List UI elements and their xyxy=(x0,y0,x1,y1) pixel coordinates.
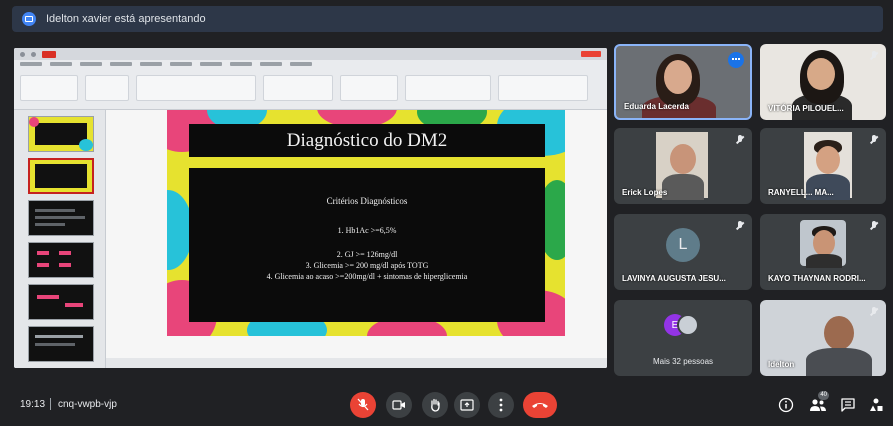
mic-off-icon xyxy=(736,221,744,232)
presenting-icon xyxy=(22,12,36,26)
slide-title: Diagnóstico do DM2 xyxy=(286,129,448,151)
hang-up-icon xyxy=(532,403,548,408)
presenting-text: Idelton xavier está apresentando xyxy=(46,13,206,25)
mic-off-icon xyxy=(870,51,878,62)
divider xyxy=(50,398,51,410)
meeting-code: cnq-vwpb-vjp xyxy=(58,399,117,410)
mic-off-icon xyxy=(870,307,878,318)
participant-name: RANYELL... MA... xyxy=(768,188,834,197)
criterion-1: 1. Hb1Ac >=6,5% xyxy=(337,226,397,235)
titlebar-dot xyxy=(31,51,36,57)
ribbon-group xyxy=(405,75,491,101)
meeting-info-button[interactable] xyxy=(776,395,796,415)
info-icon xyxy=(778,397,794,413)
participant-tile[interactable]: Idelton xyxy=(760,300,886,376)
speaking-indicator-icon xyxy=(728,52,744,68)
participant-tile[interactable]: Eduarda Lacerda xyxy=(614,44,752,120)
record-indicator-icon xyxy=(581,51,601,57)
participant-name: Erick Lopes xyxy=(622,188,668,197)
activities-icon xyxy=(870,398,883,411)
mic-off-icon xyxy=(736,135,744,146)
participant-tile[interactable]: RANYELL... MA... xyxy=(760,128,886,204)
presenting-banner: Idelton xavier está apresentando xyxy=(12,6,883,32)
meet-window: Idelton xavier está apresentando Diagnós… xyxy=(0,0,893,426)
more-participants-label: Mais 32 pessoas xyxy=(652,357,714,366)
hang-up-button[interactable] xyxy=(523,392,557,418)
people-icon xyxy=(810,399,826,411)
more-participants-tile[interactable]: E Mais 32 pessoas xyxy=(614,300,752,376)
mic-off-icon xyxy=(357,398,369,411)
mic-off-icon xyxy=(870,221,878,232)
slide-thumbnail-active xyxy=(28,158,94,194)
slide-thumbnail xyxy=(28,326,94,362)
slide: Diagnóstico do DM2 Critérios Diagnóstico… xyxy=(167,110,565,336)
slide-thumbnail xyxy=(28,116,94,152)
camera-toggle-button[interactable] xyxy=(386,392,412,418)
ribbon-tools xyxy=(14,69,607,107)
mic-toggle-button[interactable] xyxy=(350,392,376,418)
chat-button[interactable] xyxy=(838,395,858,415)
mic-off-icon xyxy=(870,135,878,146)
camera-icon xyxy=(392,400,405,410)
participant-count-badge: 40 xyxy=(818,391,829,400)
participant-tile[interactable]: L LAVINYA AUGUSTA JESU... xyxy=(614,214,752,290)
raise-hand-button[interactable] xyxy=(422,392,448,418)
participant-name: Idelton xyxy=(768,360,795,369)
more-options-icon xyxy=(499,398,503,412)
participant-name: Eduarda Lacerda xyxy=(624,102,689,111)
chat-icon xyxy=(841,398,855,412)
slide-thumbnails xyxy=(14,110,106,368)
activities-button[interactable] xyxy=(866,395,886,415)
participant-tile[interactable]: VITÓRIA PILOUEL... xyxy=(760,44,886,120)
slide-thumbnail xyxy=(28,242,94,278)
ribbon-group xyxy=(136,75,256,101)
participant-tile[interactable]: Erick Lopes xyxy=(614,128,752,204)
criterion-3: 3. Glicemia >= 200 mg/dl após TOTG xyxy=(305,261,429,270)
avatar xyxy=(677,314,699,336)
present-screen-icon xyxy=(460,399,474,411)
app-titlebar xyxy=(14,48,607,60)
titlebar-dot xyxy=(20,51,25,57)
ribbon-menu xyxy=(14,60,607,69)
criterion-4: 4. Glicemia ao acaso >=200mg/dl + sintom… xyxy=(266,272,468,281)
app-logo-icon xyxy=(42,50,56,58)
control-bar: 19:13 cnq-vwpb-vjp 40 xyxy=(0,386,893,426)
participant-name: LAVINYA AUGUSTA JESU... xyxy=(622,274,726,283)
slide-thumbnail xyxy=(28,200,94,236)
powerpoint-ribbon xyxy=(14,48,607,110)
criterion-2: 2. GJ >= 126mg/dl xyxy=(336,250,398,259)
raise-hand-icon xyxy=(431,398,440,412)
avatar: L xyxy=(666,228,700,262)
more-avatars: E xyxy=(664,314,702,338)
participant-tile[interactable]: KAYO THAYNAN RODRI... xyxy=(760,214,886,290)
ribbon-group xyxy=(263,75,333,101)
ribbon-group xyxy=(340,75,398,101)
more-options-button[interactable] xyxy=(488,392,514,418)
shared-screen: Diagnóstico do DM2 Critérios Diagnóstico… xyxy=(14,48,607,368)
clock: 19:13 xyxy=(20,399,46,410)
slide-body: Critérios Diagnósticos 1. Hb1Ac >=6,5% 2… xyxy=(189,168,545,322)
ribbon-group xyxy=(498,75,588,101)
slide-title-box: Diagnóstico do DM2 xyxy=(189,124,545,157)
participant-name: VITÓRIA PILOUEL... xyxy=(768,104,844,113)
slide-subtitle: Critérios Diagnósticos xyxy=(326,196,408,206)
powerpoint-statusbar xyxy=(106,358,607,368)
slide-canvas: Diagnóstico do DM2 Critérios Diagnóstico… xyxy=(106,110,607,368)
ribbon-group xyxy=(85,75,129,101)
participant-name: KAYO THAYNAN RODRI... xyxy=(768,274,866,283)
present-screen-button[interactable] xyxy=(454,392,480,418)
ribbon-group xyxy=(20,75,78,101)
people-button[interactable]: 40 xyxy=(808,391,829,415)
slide-thumbnail xyxy=(28,284,94,320)
